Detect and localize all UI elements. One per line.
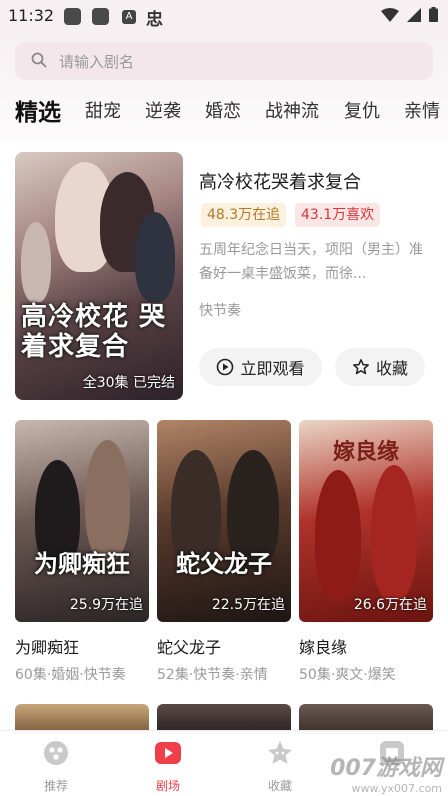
drama-card[interactable]: 嫁良缘 26.6万在追 嫁良缘 50集·爽文·爆笑 — [299, 420, 433, 684]
follow-count: 26.6万在追 — [353, 597, 427, 613]
follow-count: 25.9万在追 — [69, 597, 143, 613]
poster-art-title: 蛇父龙子 — [176, 549, 272, 578]
featured-poster[interactable]: 高冷校花 哭着求复合 全30集 已完结 — [15, 152, 183, 400]
notification-a-icon: A — [122, 10, 136, 24]
drama-poster[interactable]: 蛇父龙子 22.5万在追 — [157, 420, 291, 622]
wifi-icon — [381, 7, 399, 22]
drama-title[interactable]: 嫁良缘 — [299, 634, 433, 658]
drama-meta: 52集·快节奏·亲情 — [157, 667, 268, 683]
drama-card[interactable]: 为卿痴狂 25.9万在追 为卿痴狂 60集·婚姻·快节奏 — [15, 420, 149, 684]
poster-figure — [21, 222, 51, 302]
app-notification-icon — [64, 8, 81, 25]
nav-collection[interactable]: 收藏 — [240, 739, 320, 794]
featured-title[interactable]: 高冷校花哭着求复合 — [199, 168, 361, 194]
site-watermark: 007游戏网 www.yx007.com — [330, 750, 442, 795]
watch-now-button[interactable]: 立即观看 — [199, 348, 322, 386]
nav-recommend[interactable]: 推荐 — [16, 739, 96, 794]
status-bar: 11:32 A 忠 — [0, 0, 448, 34]
like-count-badge: 43.1万喜欢 — [295, 203, 381, 227]
theater-play-icon — [155, 742, 181, 764]
search-icon — [31, 52, 47, 68]
signal-icon — [407, 7, 421, 22]
play-circle-icon — [217, 358, 234, 376]
carrier-icon: 忠 — [146, 10, 163, 30]
recommend-icon — [44, 741, 68, 765]
battery-icon — [429, 7, 438, 22]
drama-poster[interactable]: 嫁良缘 26.6万在追 — [299, 420, 433, 622]
drama-poster[interactable]: 为卿痴狂 25.9万在追 — [15, 420, 149, 622]
poster-art-title: 嫁良缘 — [332, 439, 399, 465]
collect-label: 收藏 — [375, 359, 408, 378]
poster-figure — [315, 470, 361, 600]
nav-collection-label: 收藏 — [267, 779, 292, 793]
drama-title[interactable]: 为卿痴狂 — [15, 634, 149, 658]
status-indicators — [381, 7, 438, 22]
drama-title[interactable]: 蛇父龙子 — [157, 634, 291, 658]
follow-count-badge: 48.3万在追 — [201, 203, 287, 227]
app-notification-icon — [92, 8, 109, 25]
poster-figure — [135, 212, 175, 302]
collect-button[interactable]: 收藏 — [335, 348, 425, 386]
featured-drama-card[interactable]: 高冷校花 哭着求复合 全30集 已完结 高冷校花哭着求复合 48.3万在追 43… — [15, 152, 433, 400]
category-tabs: 精选 甜宠 逆袭 婚恋 战神流 复仇 亲情 — [0, 92, 448, 128]
poster-figure — [371, 465, 417, 600]
star-icon — [353, 359, 369, 375]
tab-revenge[interactable]: 复仇 — [344, 97, 380, 123]
follow-count: 22.5万在追 — [211, 597, 285, 613]
header: 请输入剧名 精选 甜宠 逆袭 婚恋 战神流 复仇 亲情 — [0, 34, 448, 140]
featured-description: 五周年纪念日当天，项阳（男主）准备好一桌丰盛饭菜，而徐... — [199, 242, 423, 282]
watermark-url: www.yx007.com — [351, 782, 442, 795]
poster-art-title: 为卿痴狂 — [34, 549, 130, 578]
tab-war-god[interactable]: 战神流 — [265, 97, 319, 123]
status-time: 11:32 — [8, 6, 55, 25]
poster-art-title: 高冷校花 哭着求复合 — [21, 302, 167, 362]
tab-sweet[interactable]: 甜宠 — [85, 97, 121, 123]
featured-tag: 快节奏 — [199, 303, 241, 319]
search-input[interactable]: 请输入剧名 — [15, 42, 433, 80]
nav-theater[interactable]: 剧场 — [128, 739, 208, 794]
tab-family[interactable]: 亲情 — [404, 97, 440, 123]
tab-featured[interactable]: 精选 — [15, 93, 61, 127]
drama-card[interactable]: 蛇父龙子 22.5万在追 蛇父龙子 52集·快节奏·亲情 — [157, 420, 291, 684]
poster-figure — [85, 440, 130, 560]
star-collect-icon — [268, 741, 292, 764]
watermark-main: 007游戏网 — [330, 756, 442, 781]
tab-comeback[interactable]: 逆袭 — [145, 97, 181, 123]
episode-status: 全30集 已完结 — [82, 375, 175, 391]
search-placeholder: 请输入剧名 — [59, 53, 135, 71]
watch-now-label: 立即观看 — [240, 359, 305, 378]
nav-recommend-label: 推荐 — [43, 779, 68, 793]
tab-romance[interactable]: 婚恋 — [205, 97, 241, 123]
drama-meta: 60集·婚姻·快节奏 — [15, 667, 126, 683]
nav-theater-label: 剧场 — [155, 779, 180, 793]
drama-meta: 50集·爽文·爆笑 — [299, 667, 396, 683]
